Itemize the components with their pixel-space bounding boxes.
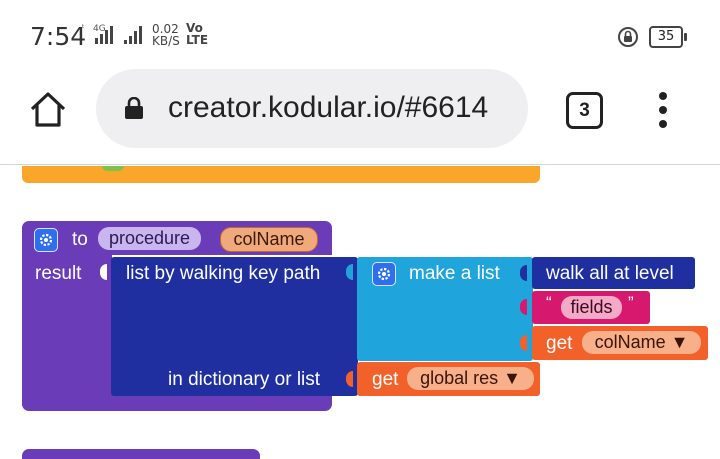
text-block-connector <box>520 299 527 315</box>
dictionary-socket <box>346 371 353 387</box>
network-speed-unit: KB/S <box>152 34 180 48</box>
get-block-connector <box>520 335 527 351</box>
make-a-list-label: make a list <box>409 263 500 284</box>
procedure-result-label: result <box>35 263 82 284</box>
lock-icon <box>125 97 143 119</box>
procedure-to-label: to <box>72 229 88 250</box>
quote-close: ” <box>628 293 634 312</box>
quote-open: “ <box>546 293 552 312</box>
walking-key-path-label: list by walking key path <box>126 263 321 284</box>
dictionary-or-list-label: in dictionary or list <box>168 369 321 390</box>
volte-bottom: LTE <box>186 33 209 47</box>
procedure-gear-icon[interactable] <box>34 228 58 252</box>
status-time: 7:54 <box>30 22 87 51</box>
get-label: get <box>372 369 399 390</box>
walk-all-at-level-label: walk all at level <box>546 263 674 284</box>
network-type: 4G <box>93 24 106 34</box>
toolbar-divider <box>0 164 720 165</box>
home-icon[interactable] <box>28 90 68 130</box>
network-speed: 0.02 KB/S <box>152 23 180 47</box>
battery-icon: 35 <box>649 26 687 48</box>
rotation-lock-icon <box>618 27 638 47</box>
procedure-block-partial[interactable] <box>22 449 260 459</box>
url-bar[interactable]: creator.kodular.io/#6614 <box>96 69 528 148</box>
get-global-res-dropdown[interactable]: global res ▼ <box>407 367 534 390</box>
overflow-menu-button[interactable] <box>653 92 673 128</box>
menu-dot-icon <box>659 106 667 114</box>
walk-block-connector <box>520 265 527 281</box>
make-list-gear-icon[interactable] <box>372 262 396 286</box>
tabs-count-button[interactable]: 3 <box>566 92 603 129</box>
result-socket <box>100 264 107 280</box>
volte-indicator: Vo LTE <box>186 22 208 46</box>
status-bar: 7:54 ᵗ 4G 0.02 KB/S Vo LTE 35 <box>0 0 720 70</box>
procedure-param-field[interactable]: colName <box>220 227 318 252</box>
block-connector <box>102 166 124 171</box>
menu-dot-icon <box>659 120 667 128</box>
get-label: get <box>546 333 573 354</box>
control-block-partial[interactable] <box>22 166 540 183</box>
text-fields-value[interactable]: fields <box>561 296 622 319</box>
procedure-name-field[interactable]: procedure <box>98 227 201 250</box>
menu-dot-icon <box>659 92 667 100</box>
wifi-calling-icon: ᵗ <box>82 24 85 34</box>
url-text[interactable]: creator.kodular.io/#6614 <box>168 91 512 125</box>
get-colname-dropdown[interactable]: colName ▼ <box>582 331 701 354</box>
key-path-socket <box>346 264 353 280</box>
